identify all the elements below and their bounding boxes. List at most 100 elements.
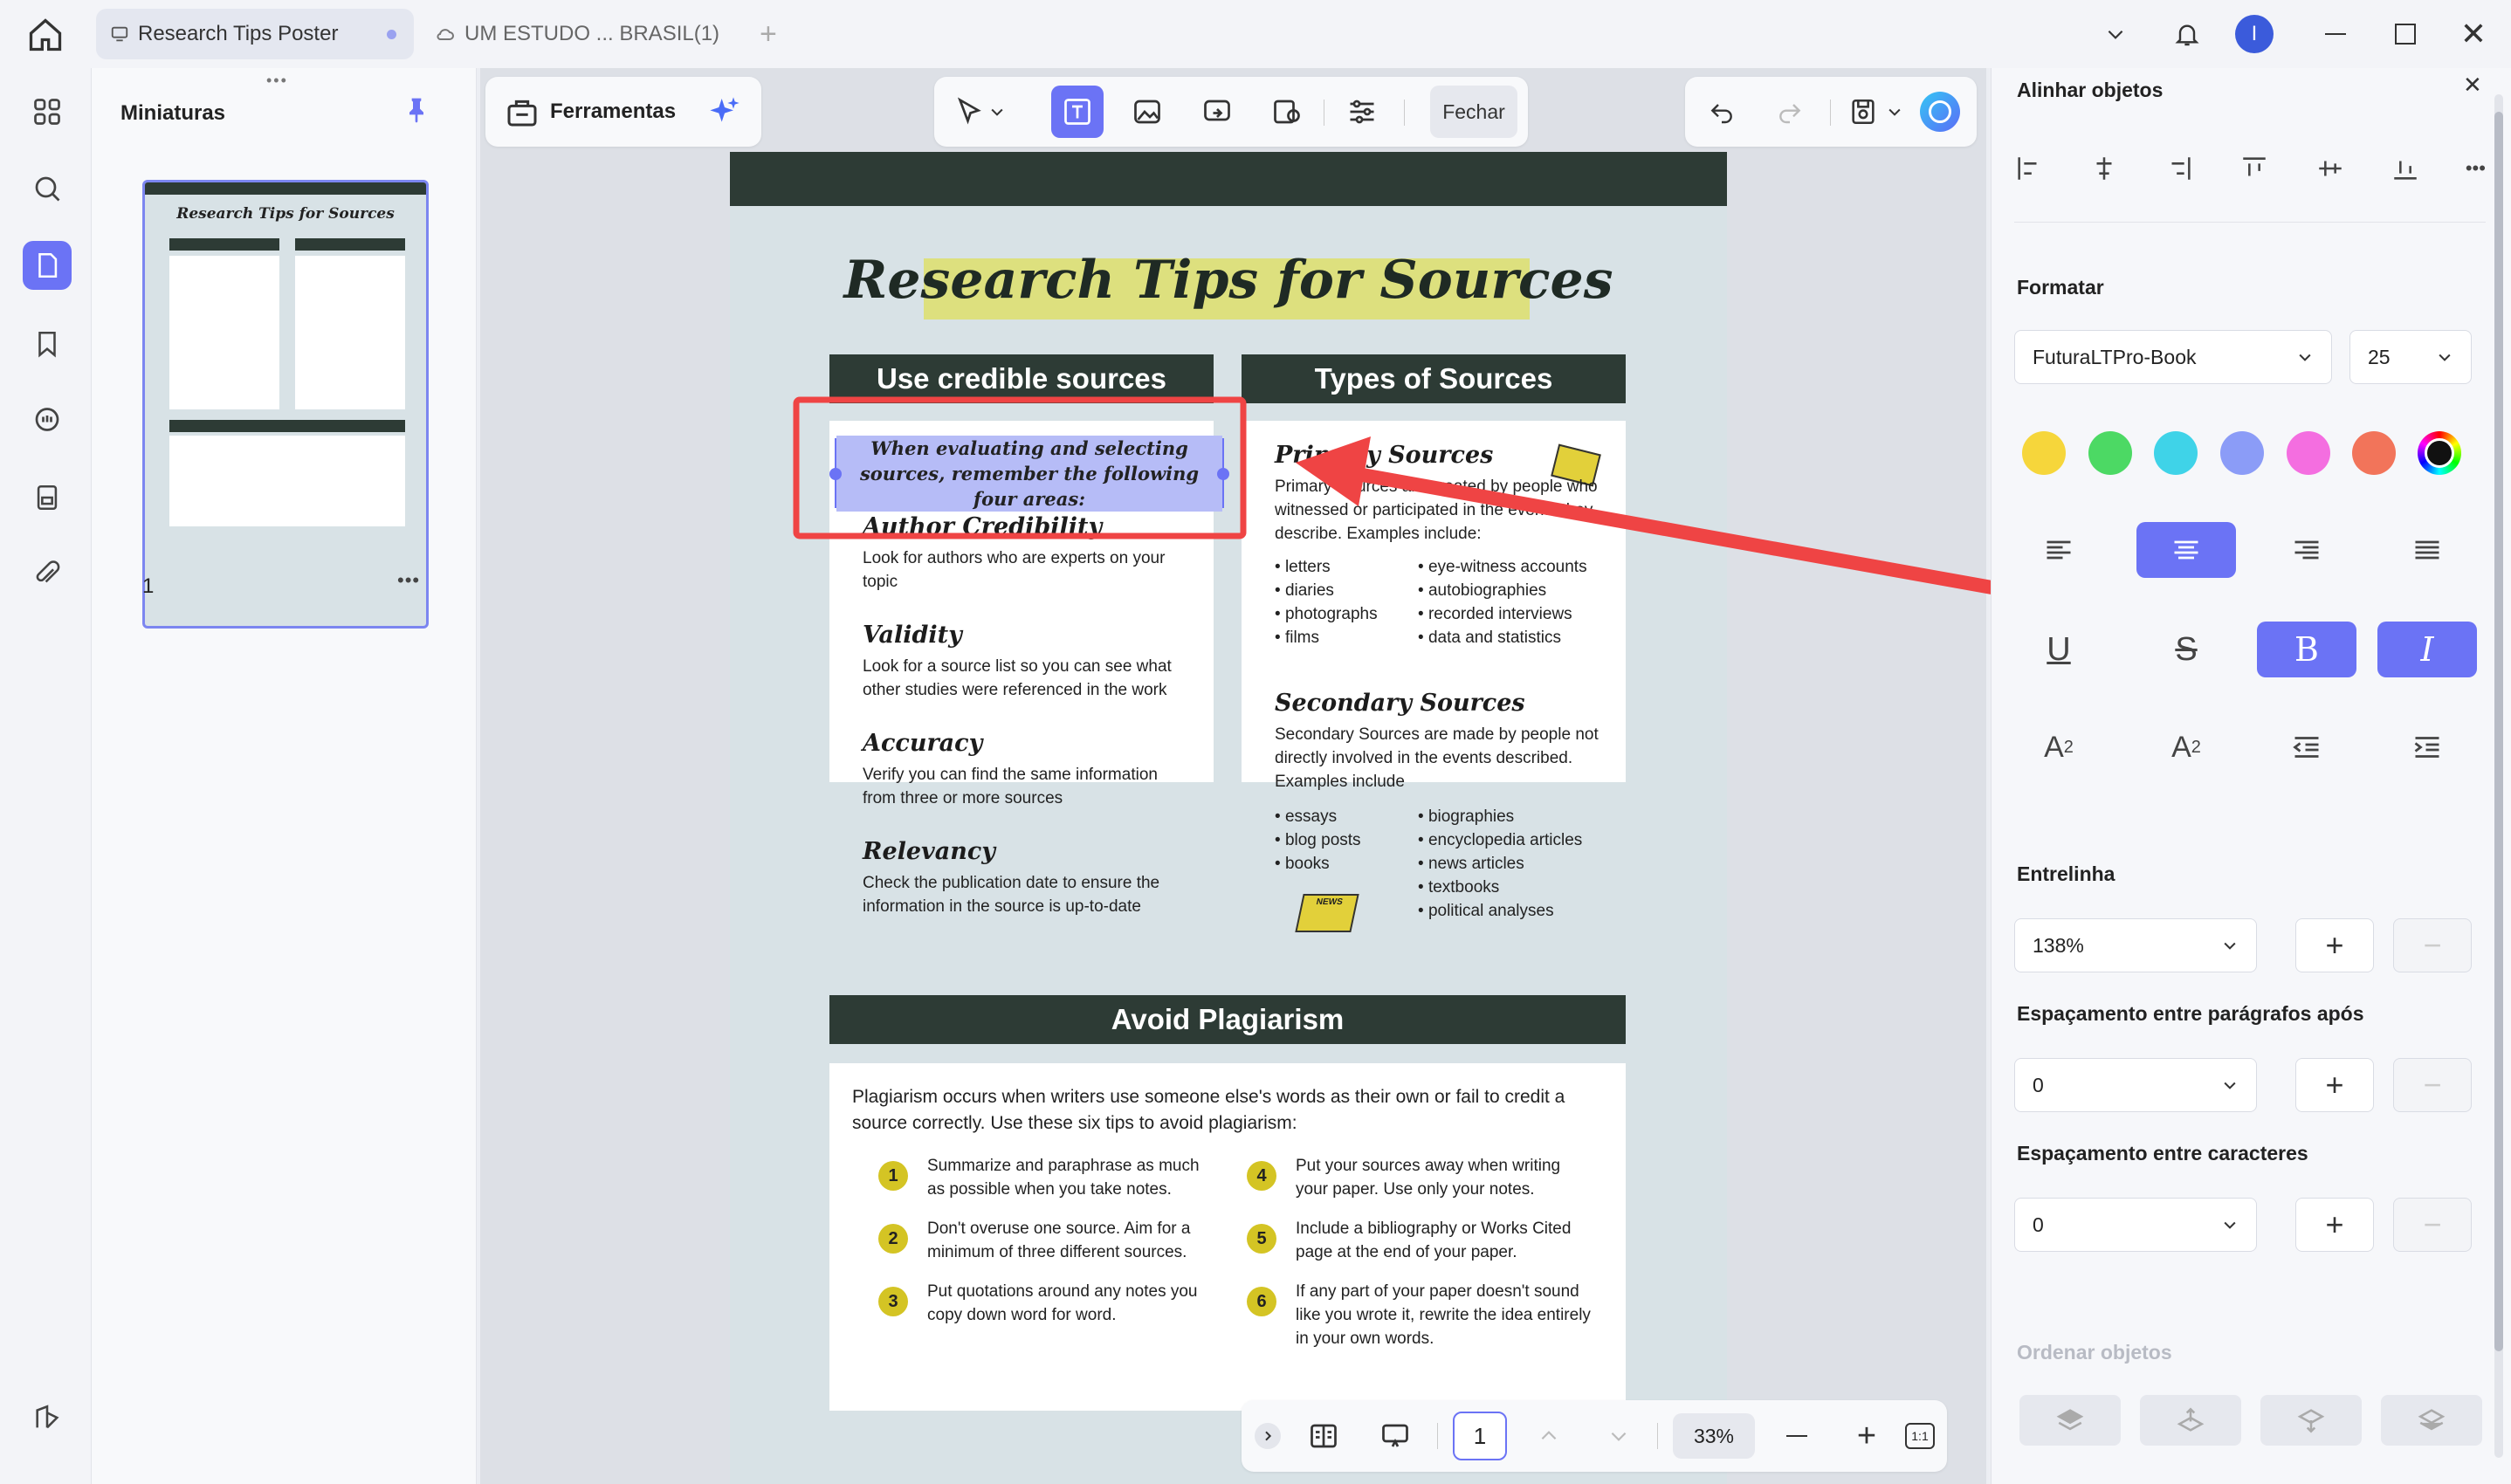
link-tool-icon[interactable] <box>1191 86 1243 138</box>
primary-heading[interactable]: Primary Sources <box>1275 442 1493 469</box>
home-icon[interactable] <box>26 16 65 54</box>
zoom-out-icon[interactable] <box>1771 1410 1823 1462</box>
add-tab-icon[interactable]: + <box>760 19 777 49</box>
send-to-back-icon[interactable] <box>2381 1395 2482 1446</box>
align-center-h-icon[interactable] <box>2089 154 2119 183</box>
color-picker-icon[interactable] <box>2418 431 2461 475</box>
tools-label[interactable]: Ferramentas <box>550 100 676 124</box>
tip-text[interactable]: Summarize and paraphrase as much as poss… <box>927 1154 1215 1201</box>
align-top-icon[interactable] <box>2239 154 2269 183</box>
bold-icon[interactable]: B <box>2257 622 2356 677</box>
align-middle-icon[interactable] <box>2315 154 2345 183</box>
maximize-icon[interactable] <box>2384 12 2427 56</box>
attachment-icon[interactable] <box>23 550 72 599</box>
close-window-icon[interactable]: ✕ <box>2452 12 2495 56</box>
search-icon[interactable] <box>23 164 72 213</box>
undo-icon[interactable] <box>1696 86 1748 138</box>
superscript-icon[interactable]: A2 <box>2009 719 2109 775</box>
text-align-right-icon[interactable] <box>2257 522 2356 578</box>
properties-icon[interactable] <box>1336 86 1388 138</box>
drag-handle-icon[interactable]: ••• <box>266 72 288 90</box>
paragraph-spacing-decrease-button[interactable]: − <box>2393 1058 2472 1112</box>
minimize-icon[interactable] <box>2314 12 2357 56</box>
toolbox-icon[interactable] <box>505 94 540 129</box>
page-icon[interactable] <box>23 241 72 290</box>
text-tool-icon[interactable] <box>1051 86 1104 138</box>
item-text[interactable]: Look for a source list so you can see wh… <box>863 655 1187 702</box>
tip-text[interactable]: Put your sources away when writing your … <box>1296 1154 1593 1201</box>
text-justify-icon[interactable] <box>2377 522 2477 578</box>
secondary-text[interactable]: Secondary Sources are made by people not… <box>1275 723 1606 794</box>
color-swatch-pink[interactable] <box>2287 431 2330 475</box>
send-backward-icon[interactable] <box>2260 1395 2362 1446</box>
close-edit-button[interactable]: Fechar <box>1430 86 1517 138</box>
item-text[interactable]: Verify you can find the same information… <box>863 763 1187 810</box>
next-page-icon[interactable] <box>1593 1410 1645 1462</box>
indent-icon[interactable] <box>2377 719 2477 775</box>
color-swatch-yellow[interactable] <box>2022 431 2066 475</box>
pin-icon[interactable] <box>402 96 430 124</box>
select-chevron-icon[interactable] <box>980 86 1015 138</box>
col2-header[interactable]: Types of Sources <box>1242 354 1626 403</box>
line-spacing-increase-button[interactable]: + <box>2295 918 2374 972</box>
tab-um-estudo[interactable]: UM ESTUDO ... BRASIL(1) <box>426 9 740 59</box>
bring-forward-icon[interactable] <box>2140 1395 2241 1446</box>
color-swatch-green[interactable] <box>2088 431 2132 475</box>
paragraph-spacing-select[interactable]: 0 <box>2014 1058 2257 1112</box>
font-size-select[interactable]: 25 <box>2349 330 2472 384</box>
form-icon[interactable] <box>23 473 72 522</box>
avatar[interactable]: I <box>2232 12 2276 56</box>
align-left-icon[interactable] <box>2014 154 2044 183</box>
text-align-center-icon[interactable] <box>2136 522 2236 578</box>
save-chevron-icon[interactable] <box>1877 86 1912 138</box>
text-align-left-icon[interactable] <box>2009 522 2109 578</box>
item-heading[interactable]: Relevancy <box>863 838 995 865</box>
resize-handle-left[interactable] <box>829 468 842 480</box>
zoom-level[interactable]: 33% <box>1673 1413 1755 1459</box>
item-heading[interactable]: Accuracy <box>863 730 982 757</box>
plag-intro[interactable]: Plagiarism occurs when writers use someo… <box>852 1084 1603 1137</box>
image-tool-icon[interactable] <box>1121 86 1173 138</box>
ai-assistant-icon[interactable] <box>1914 86 1966 138</box>
sidebar-settings-icon[interactable] <box>23 1393 72 1442</box>
item-text[interactable]: Look for authors who are experts on your… <box>863 546 1187 594</box>
page-number-input[interactable]: 1 <box>1453 1412 1507 1460</box>
bell-icon[interactable] <box>2165 12 2209 56</box>
col1-header[interactable]: Use credible sources <box>829 354 1214 403</box>
primary-text[interactable]: Primary Sources are created by people wh… <box>1275 475 1606 546</box>
ai-sparkle-icon[interactable] <box>707 94 742 129</box>
paragraph-spacing-increase-button[interactable]: + <box>2295 1058 2374 1112</box>
tip-text[interactable]: If any part of your paper doesn't sound … <box>1296 1280 1593 1350</box>
tab-research-tips[interactable]: Research Tips Poster <box>96 9 414 59</box>
font-family-select[interactable]: FuturaLTPro-Book <box>2014 330 2332 384</box>
zoom-in-icon[interactable]: + <box>1840 1410 1893 1462</box>
watermark-tool-icon[interactable] <box>1261 86 1313 138</box>
color-swatch-periwinkle[interactable] <box>2220 431 2264 475</box>
presentation-icon[interactable] <box>1369 1410 1421 1462</box>
outdent-icon[interactable] <box>2257 719 2356 775</box>
item-heading[interactable]: Validity <box>863 622 962 649</box>
scrollbar[interactable] <box>2494 94 2503 1458</box>
character-spacing-increase-button[interactable]: + <box>2295 1198 2374 1252</box>
character-spacing-select[interactable]: 0 <box>2014 1198 2257 1252</box>
page-more-icon[interactable]: ••• <box>397 569 420 592</box>
poster-title[interactable]: Research Tips for Sources <box>730 250 1727 311</box>
bring-to-front-icon[interactable] <box>2019 1395 2121 1446</box>
page-thumbnail[interactable]: Research Tips for Sources <box>142 180 429 629</box>
comment-icon[interactable] <box>23 396 72 445</box>
align-bottom-icon[interactable] <box>2391 154 2420 183</box>
resize-handle-right[interactable] <box>1217 468 1229 480</box>
chevron-down-icon[interactable] <box>2094 12 2137 56</box>
item-text[interactable]: Check the publication date to ensure the… <box>863 871 1187 918</box>
redo-icon[interactable] <box>1764 86 1816 138</box>
underline-icon[interactable]: U <box>2009 622 2109 677</box>
color-swatch-cyan[interactable] <box>2154 431 2198 475</box>
actual-size-icon[interactable]: 1:1 <box>1898 1410 1942 1462</box>
plag-header[interactable]: Avoid Plagiarism <box>829 995 1626 1044</box>
prev-page-icon[interactable] <box>1523 1410 1575 1462</box>
tip-text[interactable]: Include a bibliography or Works Cited pa… <box>1296 1217 1593 1264</box>
tip-text[interactable]: Don't overuse one source. Aim for a mini… <box>927 1217 1215 1264</box>
italic-icon[interactable]: I <box>2377 622 2477 677</box>
reading-mode-icon[interactable] <box>1297 1410 1350 1462</box>
align-right-icon[interactable] <box>2164 154 2194 183</box>
